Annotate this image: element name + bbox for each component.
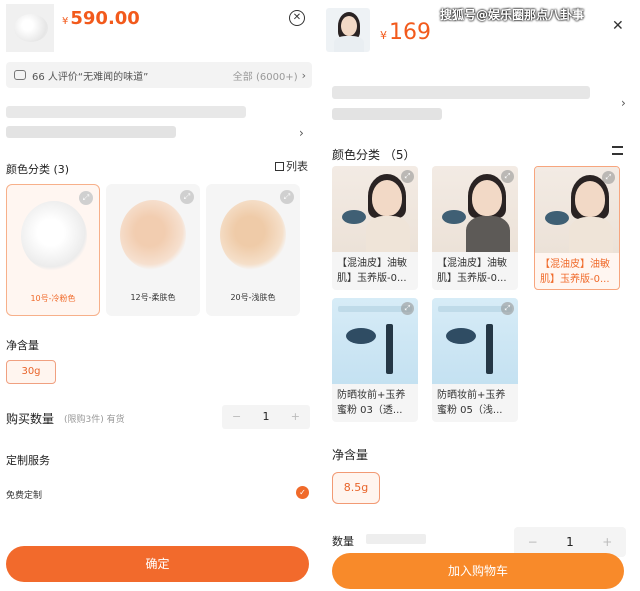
blurred-line <box>6 106 246 118</box>
zoom-icon[interactable]: ⤢ <box>501 170 514 183</box>
size-section-title: 净含量 <box>332 448 369 462</box>
model-face <box>472 180 502 216</box>
list-icon <box>275 161 284 171</box>
zoom-icon[interactable]: ⤢ <box>280 190 294 204</box>
left-sku-panel: ¥ 590.00 ✕ 66 人评价“无难闻的味道” 全部 (6000+) › ›… <box>0 0 318 591</box>
check-icon[interactable]: ✓ <box>296 486 309 499</box>
variant-label: 【混油皮】油敏肌】玉养版-0... <box>337 258 407 284</box>
quantity-stepper: − 1 + <box>222 405 310 429</box>
price-amount: 169 <box>389 20 431 45</box>
quantity-value[interactable]: 1 <box>251 405 280 429</box>
product-jar <box>346 328 376 344</box>
close-icon[interactable]: ✕ <box>612 18 624 34</box>
currency-symbol: ¥ <box>380 29 387 42</box>
price-amount: 590.00 <box>70 8 140 29</box>
product-thumbnail[interactable] <box>326 8 370 52</box>
review-count: 全部 (6000+) <box>232 71 298 83</box>
shade-option[interactable]: ⤢ 10号-冷粉色 <box>6 184 100 316</box>
chevron-right-icon[interactable]: › <box>621 96 626 110</box>
zoom-icon[interactable]: ⤢ <box>501 302 514 315</box>
model-face <box>575 181 605 217</box>
model-body <box>366 216 410 252</box>
confirm-button[interactable]: 确定 <box>6 546 309 582</box>
size-option[interactable]: 8.5g <box>332 472 380 504</box>
zoom-icon[interactable]: ⤢ <box>180 190 194 204</box>
variant-card[interactable]: ⤢ 防晒妆前+玉养蜜粉 05（浅... <box>432 298 518 422</box>
variant-label: 【混油皮】油敏肌】玉养版-0... <box>437 258 507 284</box>
price: ¥ 169 <box>380 20 431 45</box>
shade-label: 20号-浅肤色 <box>230 293 276 302</box>
currency-symbol: ¥ <box>62 16 69 27</box>
powder-swatch-image <box>21 201 87 271</box>
model-body <box>569 217 613 253</box>
review-summary-bar[interactable]: 66 人评价“无难闻的味道” 全部 (6000+) › <box>6 62 312 88</box>
powder-swatch-image <box>120 200 186 270</box>
list-view-toggle[interactable]: 列表 <box>275 158 308 174</box>
zoom-icon[interactable]: ⤢ <box>401 302 414 315</box>
size-section-title: 净含量 <box>6 339 39 352</box>
shade-option[interactable]: ⤢ 12号-柔肤色 <box>106 184 200 316</box>
free-custom-option[interactable]: 免费定制 <box>6 488 42 501</box>
product-thumbnail[interactable] <box>6 4 54 52</box>
close-icon[interactable]: ✕ <box>289 10 305 26</box>
shade-option[interactable]: ⤢ 20号-浅肤色 <box>206 184 300 316</box>
product-jar <box>446 328 476 344</box>
blurred-line <box>6 126 176 138</box>
watermark: 搜狐号@娱乐圈那点八卦事 <box>440 8 585 22</box>
list-view-label: 列表 <box>286 160 308 173</box>
product-tube <box>386 324 393 374</box>
quantity-limit-hint: (限购3件) 有货 <box>64 415 125 425</box>
variant-card[interactable]: ⤢ 【混油皮】油敏肌】玉养版-0... <box>534 166 620 290</box>
shade-label: 12号-柔肤色 <box>130 293 176 302</box>
powder-image <box>14 14 48 42</box>
product-jar <box>442 210 466 224</box>
price: ¥ 590.00 <box>62 8 140 29</box>
review-text: 66 人评价“无难闻的味道” <box>32 71 149 83</box>
chevron-right-icon: › <box>301 68 306 82</box>
variant-label: 【混油皮】油敏肌】玉养版-0... <box>540 259 610 285</box>
blurred-quantity-hint <box>366 534 426 544</box>
color-section-title: 颜色分类 (3) <box>6 163 70 176</box>
custom-service-title: 定制服务 <box>6 454 50 467</box>
quantity-title: 数量 <box>332 535 354 548</box>
model-face <box>341 16 357 36</box>
product-jar <box>545 211 569 225</box>
add-to-cart-button[interactable]: 加入购物车 <box>332 553 624 589</box>
quantity-title: 购买数量 <box>6 412 55 426</box>
comment-icon <box>14 70 26 80</box>
decrement-button[interactable]: − <box>222 405 251 429</box>
model-body <box>334 36 364 52</box>
color-section-title: 颜色分类 （5） <box>332 148 416 162</box>
shade-label: 10号-冷粉色 <box>30 294 76 303</box>
menu-icon[interactable] <box>612 146 623 155</box>
blurred-line <box>332 108 442 120</box>
variant-label: 防晒妆前+玉养蜜粉 03（透... <box>337 390 406 416</box>
variant-label: 防晒妆前+玉养蜜粉 05（浅... <box>437 390 506 416</box>
blurred-address-block[interactable] <box>332 84 602 128</box>
variant-card[interactable]: ⤢ 【混油皮】油敏肌】玉养版-0... <box>332 166 418 290</box>
blurred-address-block[interactable] <box>6 104 296 148</box>
variant-card[interactable]: ⤢ 【混油皮】油敏肌】玉养版-0... <box>432 166 518 290</box>
zoom-icon[interactable]: ⤢ <box>602 171 615 184</box>
right-sku-panel: ¥ 169 搜狐号@娱乐圈那点八卦事 ✕ › 颜色分类 （5） ⤢ 【混油皮】油… <box>322 0 640 591</box>
model-body <box>466 216 510 252</box>
model-face <box>372 180 402 216</box>
increment-button[interactable]: + <box>281 405 310 429</box>
variant-card[interactable]: ⤢ 防晒妆前+玉养蜜粉 03（透... <box>332 298 418 422</box>
zoom-icon[interactable]: ⤢ <box>79 191 93 205</box>
product-tube <box>486 324 493 374</box>
blurred-line <box>332 86 590 99</box>
chevron-right-icon[interactable]: › <box>299 126 304 140</box>
powder-swatch-image <box>220 200 286 270</box>
size-option[interactable]: 30g <box>6 360 56 384</box>
product-jar <box>342 210 366 224</box>
zoom-icon[interactable]: ⤢ <box>401 170 414 183</box>
